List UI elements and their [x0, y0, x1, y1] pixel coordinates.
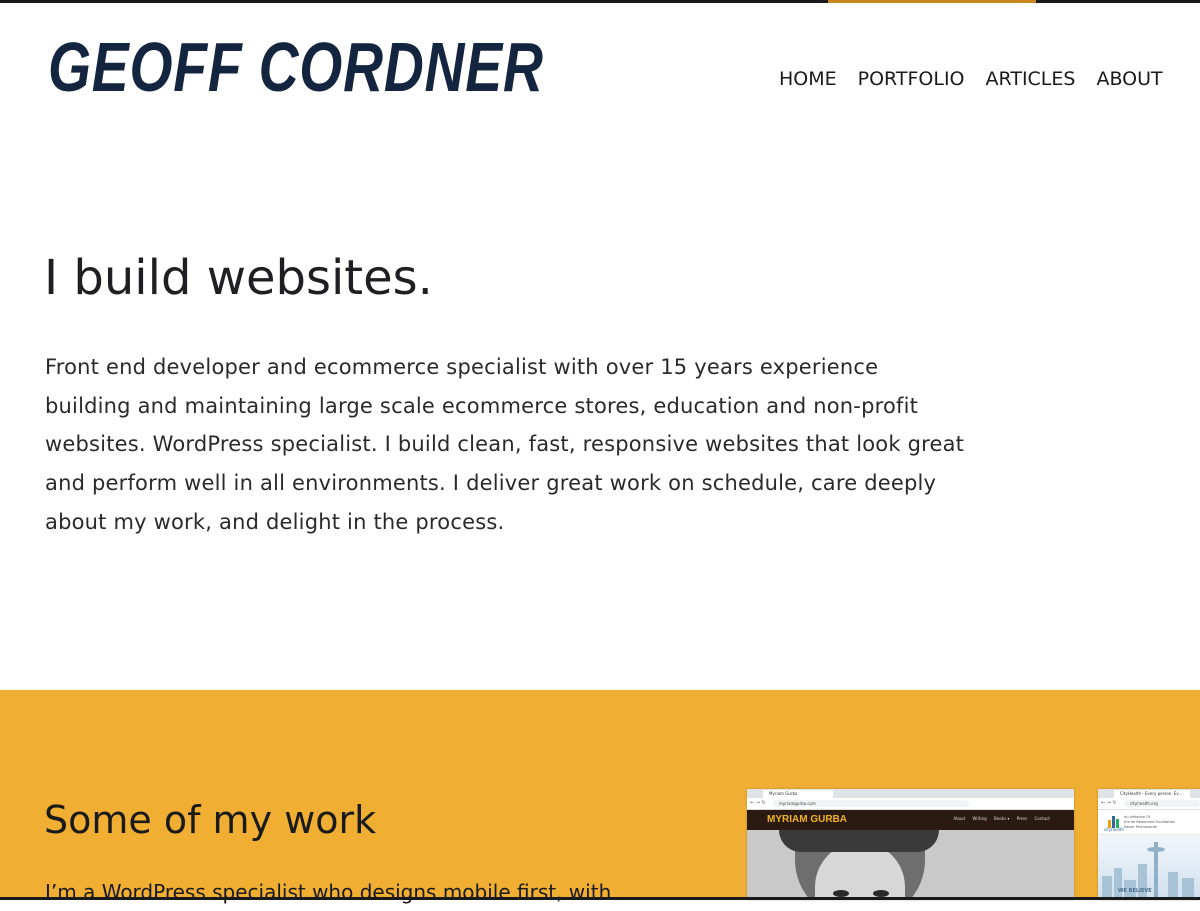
skyline-building: [1114, 868, 1122, 900]
thumbnail-nav-item: Press: [1016, 816, 1028, 821]
thumbnail-intro-text: An Initiative Of the de Beaumont Foundat…: [1124, 815, 1175, 830]
nav-portfolio[interactable]: PORTFOLIO: [858, 66, 965, 92]
thumbnail-portrait-photo: [747, 830, 1074, 900]
work-title: Some of my work: [44, 798, 377, 842]
thumbnail-nav-item: About: [953, 816, 966, 821]
browser-tabbar: CityHealth - Every person. Ev...: [1098, 789, 1200, 807]
portrait-eye: [833, 890, 849, 897]
main-nav: HOME PORTFOLIO ARTICLES ABOUT: [779, 66, 1184, 92]
portrait-hair-top: [779, 830, 939, 852]
browser-tab: CityHealth - Every person. Ev...: [1114, 790, 1190, 798]
site-logo[interactable]: GEOFF CORDNER: [48, 22, 543, 112]
thumbnail-site-header: MYRIAM GURBA About Writing Books ▾ Press…: [747, 810, 1074, 830]
nav-home[interactable]: HOME: [779, 66, 837, 92]
space-needle-top: [1147, 847, 1165, 852]
browser-urlbar: ← → ↻ cityhealth.org: [1098, 798, 1200, 810]
cityhealth-logo-label: cityhealth: [1104, 827, 1124, 832]
browser-nav-arrows-icon: ← → ↻: [1101, 800, 1117, 806]
browser-nav-arrows-icon: ← → ↻: [750, 800, 766, 806]
thumbnail-nav-item: Books ▾: [994, 816, 1010, 821]
hero-title: I build websites.: [44, 250, 433, 306]
work-intro: I’m a WordPress specialist who designs m…: [45, 880, 612, 904]
nav-about[interactable]: ABOUT: [1096, 66, 1162, 92]
thumbnail-site-nav: About Writing Books ▾ Press Contact: [947, 816, 1050, 822]
portfolio-thumbnail-cityhealth[interactable]: CityHealth - Every person. Ev... ← → ↻ c…: [1098, 789, 1200, 900]
skyline-image: WE BELIEVE: [1098, 835, 1200, 900]
portrait-eye: [873, 890, 889, 897]
browser-urlbar: ← → ↻ myriamgurba.com: [747, 798, 1074, 816]
browser-tab: Myriam Gurba: [763, 790, 833, 798]
top-accent-bar: [828, 0, 1036, 3]
thumbnail-nav-item: Writing: [972, 816, 987, 821]
nav-articles[interactable]: ARTICLES: [986, 66, 1076, 92]
thumbnail-site-logo: MYRIAM GURBA: [767, 814, 847, 825]
hero-description: Front end developer and ecommerce specia…: [45, 355, 965, 534]
intro-line: Kaiser Permanente: [1124, 825, 1158, 829]
skyline-building: [1168, 872, 1178, 900]
skyline-building: [1138, 864, 1147, 900]
portfolio-thumbnail-myriam-gurba[interactable]: Myriam Gurba ← → ↻ myriamgurba.com MYRIA…: [747, 789, 1074, 900]
browser-url: cityhealth.org: [1124, 800, 1200, 807]
banner-text: WE BELIEVE: [1118, 888, 1152, 894]
thumbnail-nav-item: Contact: [1034, 816, 1050, 821]
browser-url: myriamgurba.com: [773, 800, 969, 807]
browser-tabbar: Myriam Gurba: [747, 789, 1074, 807]
